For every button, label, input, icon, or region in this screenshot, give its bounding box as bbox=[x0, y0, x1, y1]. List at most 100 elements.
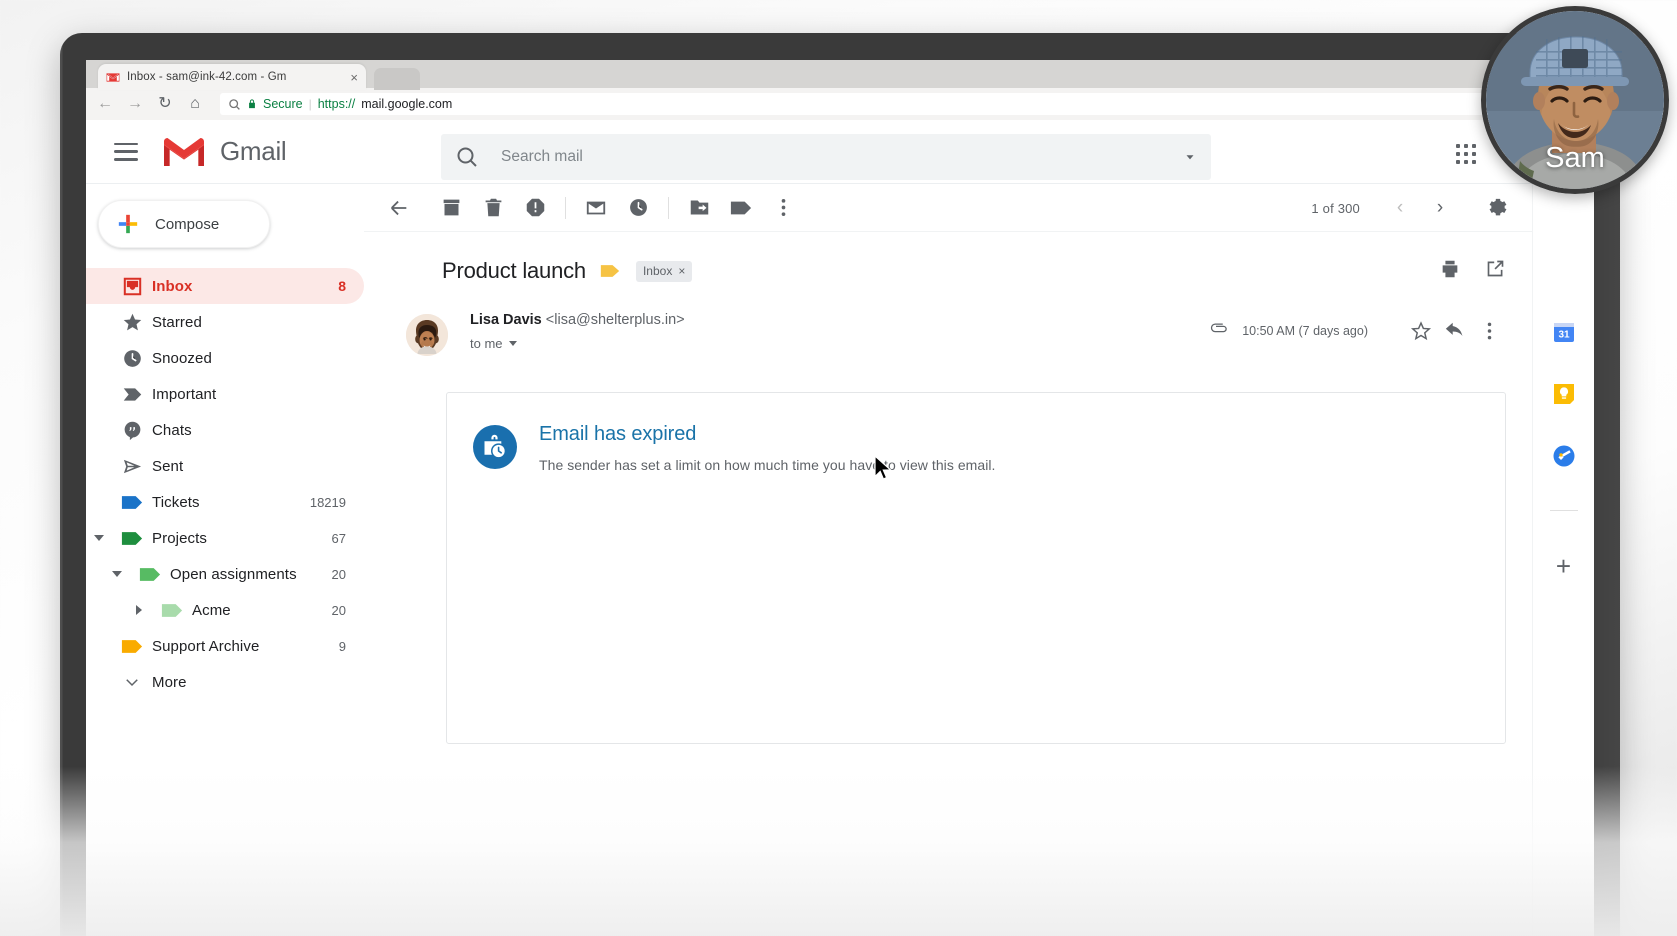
sidebar-item-label: Projects bbox=[152, 530, 332, 547]
back-icon[interactable] bbox=[378, 187, 420, 229]
apps-grid-icon[interactable] bbox=[1456, 144, 1476, 164]
inbox-icon bbox=[112, 276, 152, 297]
star-outline-icon[interactable] bbox=[1404, 314, 1438, 348]
chevron-down-icon bbox=[112, 673, 152, 691]
sidebar-item-open-assignments[interactable]: Open assignments 20 bbox=[86, 556, 364, 592]
sidebar-item-acme[interactable]: Acme 20 bbox=[86, 592, 364, 628]
search-input[interactable] bbox=[501, 148, 1183, 166]
sidebar-item-count: 8 bbox=[338, 278, 346, 294]
archive-icon[interactable] bbox=[430, 187, 472, 229]
print-icon[interactable] bbox=[1439, 258, 1461, 285]
device-bezel: Inbox - sam@ink-42.com - Gm × ← → ↻ ⌂ bbox=[60, 33, 1620, 936]
url-host: mail.google.com bbox=[361, 97, 452, 111]
sidebar-item-label: Starred bbox=[152, 314, 346, 331]
open-in-new-icon[interactable] bbox=[1485, 258, 1506, 285]
sidebar-item-chats[interactable]: Chats bbox=[86, 412, 364, 448]
compose-button[interactable]: Compose bbox=[98, 200, 270, 248]
sidebar-item-label: Snoozed bbox=[152, 350, 346, 367]
sidebar-item-label: Acme bbox=[192, 602, 332, 619]
add-panel-icon[interactable]: + bbox=[1556, 553, 1571, 579]
sender-name: Lisa Davis bbox=[470, 312, 542, 328]
device-screen: Inbox - sam@ink-42.com - Gm × ← → ↻ ⌂ bbox=[86, 60, 1594, 936]
move-to-icon[interactable] bbox=[678, 187, 720, 229]
chat-icon bbox=[112, 420, 152, 441]
gmail-header: Gmail bbox=[86, 120, 1594, 184]
more-options-icon[interactable] bbox=[762, 187, 804, 229]
sidebar-item-count: 9 bbox=[339, 639, 346, 654]
recipient-line[interactable]: to me bbox=[470, 336, 1210, 351]
tasks-icon[interactable] bbox=[1552, 444, 1576, 468]
expand-caret-icon[interactable] bbox=[126, 605, 152, 615]
label-chip-text: Inbox bbox=[643, 264, 672, 278]
snooze-icon[interactable] bbox=[617, 187, 659, 229]
more-vert-icon[interactable] bbox=[1472, 314, 1506, 348]
browser-home-icon[interactable]: ⌂ bbox=[186, 96, 204, 112]
prev-page-button[interactable]: ‹ bbox=[1382, 190, 1418, 226]
page-title: Product launch bbox=[442, 258, 586, 284]
sidebar-item-important[interactable]: Important bbox=[86, 376, 364, 412]
label-icon[interactable] bbox=[720, 187, 762, 229]
label-icon bbox=[130, 567, 170, 582]
gmail-app: Gmail bbox=[86, 120, 1594, 936]
url-divider: | bbox=[309, 97, 312, 111]
gear-icon[interactable] bbox=[1480, 190, 1516, 226]
calendar-icon[interactable]: 31 bbox=[1552, 320, 1576, 344]
sidebar-item-more[interactable]: More bbox=[86, 664, 364, 700]
compose-label: Compose bbox=[155, 216, 219, 233]
expired-message-card: Email has expired The sender has set a l… bbox=[446, 392, 1506, 744]
webcam-bubble: Sam bbox=[1481, 6, 1669, 194]
close-icon[interactable]: × bbox=[678, 264, 685, 278]
sidebar-item-snoozed[interactable]: Snoozed bbox=[86, 340, 364, 376]
search-icon bbox=[228, 98, 241, 111]
browser-url-bar[interactable]: Secure | https:// mail.google.com bbox=[220, 93, 1584, 115]
sidebar-item-tickets[interactable]: Tickets 18219 bbox=[86, 484, 364, 520]
sidebar-item-count: 20 bbox=[332, 567, 346, 582]
close-icon[interactable]: × bbox=[350, 71, 358, 84]
sidebar-item-support-archive[interactable]: Support Archive 9 bbox=[86, 628, 364, 664]
security-status-label: Secure bbox=[263, 97, 303, 111]
conversation: Product launch Inbox × bbox=[364, 232, 1594, 744]
sender-row: Lisa Davis <lisa@shelterplus.in> to me bbox=[364, 312, 1594, 356]
sidebar-item-projects[interactable]: Projects 67 bbox=[86, 520, 364, 556]
message-pane: 1 of 300 ‹ › P bbox=[364, 184, 1594, 936]
lock-icon bbox=[247, 98, 257, 110]
browser-back-icon[interactable]: ← bbox=[96, 96, 114, 112]
sidebar-item-inbox[interactable]: Inbox 8 bbox=[86, 268, 364, 304]
chevron-down-icon[interactable] bbox=[1183, 150, 1197, 164]
avatar[interactable] bbox=[406, 314, 448, 356]
reply-icon[interactable] bbox=[1438, 314, 1472, 348]
sidebar-item-label: Inbox bbox=[152, 278, 338, 295]
expand-caret-icon[interactable] bbox=[86, 535, 112, 541]
sender-line: Lisa Davis <lisa@shelterplus.in> bbox=[470, 312, 1210, 328]
paperclip-icon[interactable] bbox=[1210, 320, 1228, 343]
browser-tab[interactable]: Inbox - sam@ink-42.com - Gm × bbox=[98, 64, 366, 90]
hamburger-icon[interactable] bbox=[114, 143, 138, 161]
keep-icon[interactable] bbox=[1552, 382, 1576, 406]
mark-unread-icon[interactable] bbox=[575, 187, 617, 229]
label-chip[interactable]: Inbox × bbox=[636, 261, 692, 282]
expand-caret-icon[interactable] bbox=[104, 571, 130, 577]
pagination-controls: 1 of 300 ‹ › bbox=[1311, 184, 1516, 232]
new-tab-button[interactable] bbox=[374, 68, 420, 90]
sidebar-item-sent[interactable]: Sent bbox=[86, 448, 364, 484]
delete-icon[interactable] bbox=[472, 187, 514, 229]
spam-icon[interactable] bbox=[514, 187, 556, 229]
sidebar-item-count: 67 bbox=[332, 531, 346, 546]
browser-omnibar: ← → ↻ ⌂ Secure | https:// mail.google.co… bbox=[86, 88, 1594, 120]
toolbar-divider bbox=[565, 197, 566, 219]
search-bar[interactable] bbox=[441, 134, 1211, 180]
browser-tab-title: Inbox - sam@ink-42.com - Gm bbox=[127, 71, 346, 83]
sidebar-item-label: Support Archive bbox=[152, 638, 339, 655]
sidebar-item-label: Important bbox=[152, 386, 346, 403]
yellow-label-icon[interactable] bbox=[600, 264, 620, 278]
sidebar-item-label: Sent bbox=[152, 458, 346, 475]
sidebar-item-starred[interactable]: Starred bbox=[86, 304, 364, 340]
chevron-down-icon[interactable] bbox=[509, 341, 517, 346]
browser-reload-icon[interactable]: ↻ bbox=[156, 96, 174, 112]
next-page-button[interactable]: › bbox=[1422, 190, 1458, 226]
expired-subtitle: The sender has set a limit on how much t… bbox=[539, 457, 995, 473]
browser-forward-icon[interactable]: → bbox=[126, 96, 144, 112]
label-icon bbox=[112, 639, 152, 654]
confidential-expired-icon bbox=[473, 425, 517, 469]
expired-title: Email has expired bbox=[539, 423, 995, 446]
